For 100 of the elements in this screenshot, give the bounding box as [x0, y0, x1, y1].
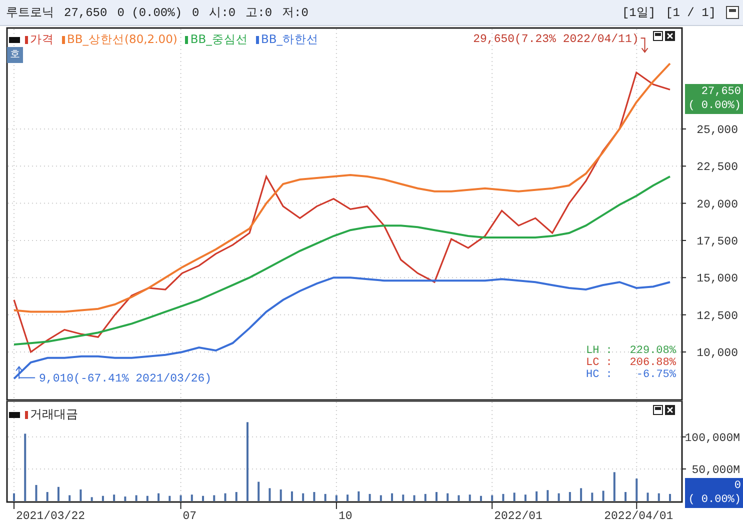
current-change: ( 0.00%): [688, 99, 741, 113]
volume-bar: [180, 495, 182, 501]
volume-bar: [158, 493, 160, 501]
volume-bar: [90, 497, 93, 501]
volume-bar: [124, 496, 126, 501]
volume-bar: [613, 472, 616, 501]
stat-value: 206.88%: [628, 357, 676, 369]
legend-label: BB_중심선: [190, 32, 248, 47]
volume-bar: [636, 478, 638, 501]
volume-bar: [35, 484, 38, 501]
volume-bar: [146, 496, 148, 501]
date-label: 2022/01: [494, 510, 542, 523]
legend-label: 가격: [30, 32, 54, 47]
volume-bar: [368, 494, 371, 501]
axis-label: 22,500: [696, 161, 738, 174]
volume-bar: [424, 494, 426, 501]
annotation: 29,650(7.23% 2022/04/11): [473, 33, 639, 46]
axis-label: 12,500: [696, 310, 738, 323]
volume-bar: [135, 495, 138, 501]
volume-bar: [268, 488, 271, 501]
date-label: 10: [338, 510, 352, 523]
volume-bar: [491, 495, 494, 501]
volume-bar: [113, 494, 116, 501]
volume-bar: [258, 482, 260, 501]
legend-marker: [25, 410, 28, 418]
maximize-icon[interactable]: [653, 31, 663, 41]
price: 27,650: [64, 6, 108, 20]
quote-button[interactable]: 호: [7, 47, 23, 63]
volume-bar: [168, 496, 171, 501]
volume-bar: [446, 493, 449, 501]
volume-bar: [224, 493, 226, 501]
current-price: 27,650: [701, 85, 741, 99]
volume-bar: [591, 492, 594, 501]
volume-bar: [213, 495, 216, 501]
volume-bar: [235, 492, 238, 501]
volume-bar: [80, 489, 82, 501]
volume-bar: [358, 491, 360, 501]
axis-label: 50,000M: [692, 464, 740, 477]
panel-title: 거래대금: [30, 406, 78, 423]
stat-value: 229.08%: [628, 345, 676, 357]
price-change: 0 (0.00%): [117, 6, 182, 20]
volume-bar: [202, 496, 204, 501]
date-label: 2022/04/01: [604, 510, 674, 523]
volume-bar: [24, 434, 26, 501]
volume-bar: [324, 494, 326, 501]
page-indicator: [1 / 1]: [666, 6, 716, 20]
date-label: 2021/03/22: [16, 510, 86, 523]
period-label[interactable]: [1일]: [622, 4, 656, 21]
volume-bar: [646, 492, 649, 501]
volume-bar: [458, 495, 460, 501]
axis-label: 15,000: [696, 272, 738, 286]
current-volume: 0: [734, 479, 741, 493]
volume-bar: [302, 493, 304, 501]
volume-bar: [102, 496, 104, 501]
stat-label: LC :: [586, 357, 614, 369]
volume-bar: [335, 495, 338, 501]
axis-label: 10,000: [696, 346, 738, 360]
stat-label: LH :: [586, 345, 614, 357]
legend-label: BB_상한선(80,2.00): [67, 32, 178, 47]
volume-bar: [502, 494, 504, 501]
marker-arrow: [640, 38, 648, 53]
low-price: 저:0: [282, 5, 308, 21]
volume-bar: [46, 492, 48, 501]
window-icon[interactable]: [726, 6, 739, 19]
axis-label: 25,000: [696, 124, 738, 137]
stat-value: -6.75%: [635, 369, 676, 381]
stat-label: HC :: [586, 369, 614, 381]
axis-label: 17,500: [696, 235, 738, 248]
legend-marker: [185, 36, 188, 44]
volume-bar: [57, 486, 60, 501]
volume: 0: [192, 6, 200, 20]
volume-bar: [524, 494, 526, 501]
volume-bar: [380, 495, 382, 501]
volume-bar: [468, 494, 471, 501]
close-icon[interactable]: [665, 31, 675, 41]
volume-bar: [536, 491, 538, 501]
annotation: 9,010(-67.41% 2021/03/26): [39, 372, 212, 386]
volume-bar: [602, 490, 604, 501]
volume-change: ( 0.00%): [688, 493, 741, 507]
stock-name: 루트로닉: [6, 4, 54, 21]
volume-bar: [190, 494, 193, 501]
open-price: 시:0: [209, 5, 236, 21]
axis-label: 20,000: [696, 198, 738, 212]
legend-marker: [62, 36, 65, 44]
volume-bar: [402, 494, 404, 501]
date-label: 07: [182, 510, 197, 523]
high-price: 고:0: [246, 5, 272, 21]
volume-bar: [558, 493, 560, 501]
volume-bar: [68, 495, 71, 501]
close-icon[interactable]: [665, 405, 675, 415]
volume-bar: [346, 494, 349, 501]
maximize-icon[interactable]: [653, 405, 663, 415]
volume-bar: [290, 491, 293, 501]
axis-label: 100,000M: [684, 432, 740, 445]
volume-bar: [313, 492, 316, 501]
volume-bar: [413, 495, 416, 501]
volume-bar: [280, 489, 282, 501]
volume-bar: [513, 492, 516, 501]
legend-marker: [256, 36, 259, 44]
volume-bar: [546, 490, 549, 501]
